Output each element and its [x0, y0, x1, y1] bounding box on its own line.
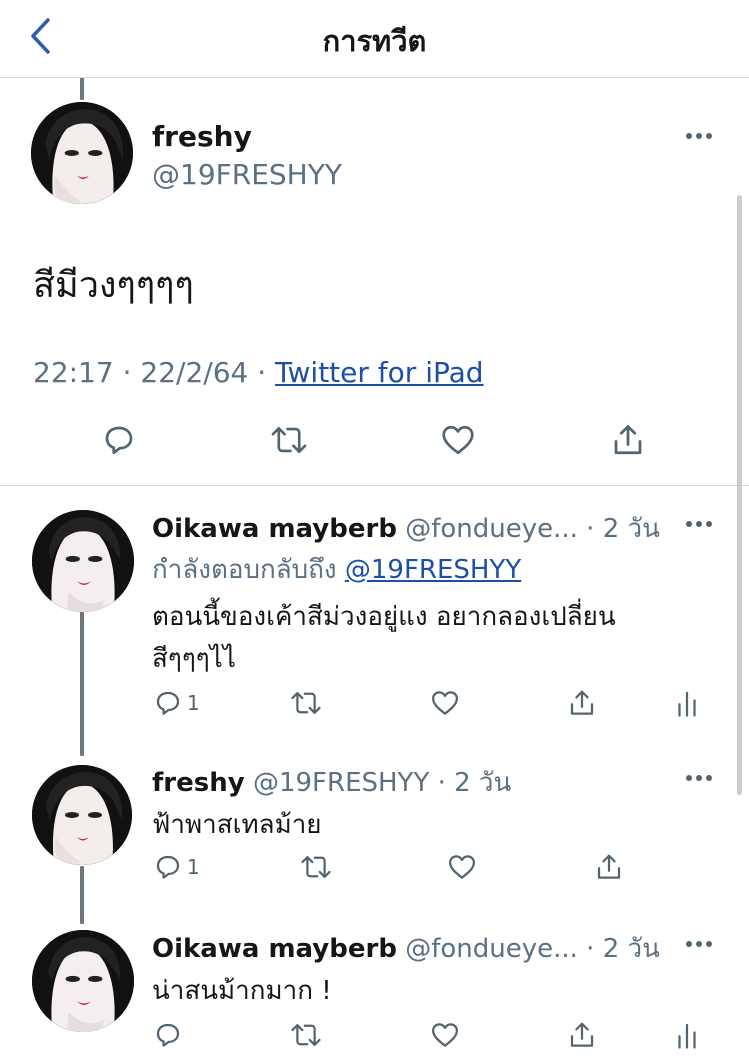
reply-text: น่าสนม้ากมาก ! [152, 976, 332, 1006]
scrollbar[interactable] [737, 195, 742, 795]
avatar[interactable] [32, 510, 134, 612]
reply-icon [156, 855, 180, 879]
profile-photo [32, 765, 132, 865]
more-options-icon[interactable] [686, 775, 712, 781]
reply-icon [156, 1023, 180, 1047]
reply-text: ตอนนี้ของเค้าสีม่วงอยู่แง อยากลองเปลี่ยน [152, 602, 616, 632]
tweet-text: สีมีวงๆๆๆๆ [33, 265, 194, 306]
heart-icon [442, 425, 474, 455]
retweet-icon [291, 1024, 321, 1046]
retweet-button[interactable] [300, 852, 332, 882]
heart-icon [449, 855, 475, 879]
retweet-icon [291, 692, 321, 714]
source-link[interactable]: Twitter for iPad [275, 356, 483, 389]
reply-button[interactable] [101, 422, 137, 458]
analytics-button[interactable] [676, 1020, 698, 1050]
author-name[interactable]: freshy [152, 120, 252, 153]
author-name[interactable]: Oikawa mayberb [152, 934, 397, 964]
analytics-icon [678, 1023, 696, 1049]
share-icon [597, 854, 621, 879]
share-button[interactable] [594, 852, 624, 882]
reply-timestamp: · 2 วัน [577, 934, 660, 964]
profile-photo [32, 930, 134, 1032]
replying-to-label: กำลังตอบกลับถึง [152, 555, 345, 585]
share-button[interactable] [610, 422, 646, 458]
analytics-button[interactable] [676, 688, 698, 718]
like-button[interactable] [430, 688, 460, 718]
more-options-icon[interactable] [686, 941, 712, 947]
thread-line [80, 866, 84, 924]
retweet-button[interactable] [290, 1020, 322, 1050]
retweet-icon [271, 426, 307, 454]
like-button[interactable] [447, 852, 477, 882]
avatar[interactable] [32, 930, 134, 1032]
page-title: การทวีต [322, 24, 427, 58]
reply-timestamp: · 2 วัน [577, 514, 660, 544]
author-name[interactable]: freshy [152, 768, 245, 798]
profile-photo [32, 510, 134, 612]
tweet-timestamp: 22:17 · 22/2/64 · [33, 356, 276, 389]
reply-header: freshy @19FRESHYY · 2 วัน [152, 762, 511, 803]
mention-link[interactable]: @19FRESHYY [345, 555, 521, 585]
more-options-icon[interactable] [686, 521, 712, 527]
profile-photo [31, 102, 133, 204]
reply-icon [156, 691, 180, 715]
tweet-meta: 22:17 · 22/2/64 · Twitter for iPad [33, 356, 484, 389]
more-options-icon[interactable] [686, 133, 712, 139]
main-tweet: freshy @19FRESHYY สีมีวงๆๆๆๆ 22:17 · 22/… [0, 78, 749, 486]
reply-count: 1 [187, 691, 200, 715]
reply-timestamp: · 2 วัน [429, 768, 512, 798]
avatar[interactable] [32, 765, 132, 865]
thread-line [80, 610, 84, 756]
reply-header: Oikawa mayberb @fondueye... · 2 วัน [152, 508, 660, 549]
reply-button[interactable]: 1 [153, 688, 200, 718]
share-button[interactable] [567, 688, 597, 718]
retweet-icon [301, 856, 331, 878]
author-handle[interactable]: @fondueye... [405, 514, 578, 544]
author-handle[interactable]: @19FRESHYY [152, 158, 342, 191]
share-button[interactable] [567, 1020, 597, 1050]
reply-count: 1 [187, 855, 200, 879]
reply-header: Oikawa mayberb @fondueye... · 2 วัน [152, 928, 660, 969]
heart-icon [432, 1023, 458, 1047]
top-nav-bar: การทวีต [0, 0, 749, 78]
like-button[interactable] [430, 1020, 460, 1050]
reply-button[interactable]: 1 [153, 852, 200, 882]
share-icon [614, 425, 642, 455]
reply-text: สีๆๆๆไไ [152, 644, 236, 674]
share-icon [570, 1022, 594, 1047]
reply-button[interactable] [153, 1020, 183, 1050]
author-name[interactable]: Oikawa mayberb [152, 514, 397, 544]
analytics-icon [678, 691, 696, 717]
retweet-button[interactable] [290, 688, 322, 718]
retweet-button[interactable] [270, 422, 308, 458]
heart-icon [432, 691, 458, 715]
author-handle[interactable]: @fondueye... [405, 934, 578, 964]
author-handle[interactable]: @19FRESHYY [253, 768, 429, 798]
reply-text: ฟ้าพาสเทลม้าย [152, 810, 322, 840]
share-icon [570, 690, 594, 715]
like-button[interactable] [440, 422, 476, 458]
avatar[interactable] [31, 102, 133, 204]
replying-to: กำลังตอบกลับถึง @19FRESHYY [152, 549, 521, 590]
reply-icon [105, 426, 133, 455]
